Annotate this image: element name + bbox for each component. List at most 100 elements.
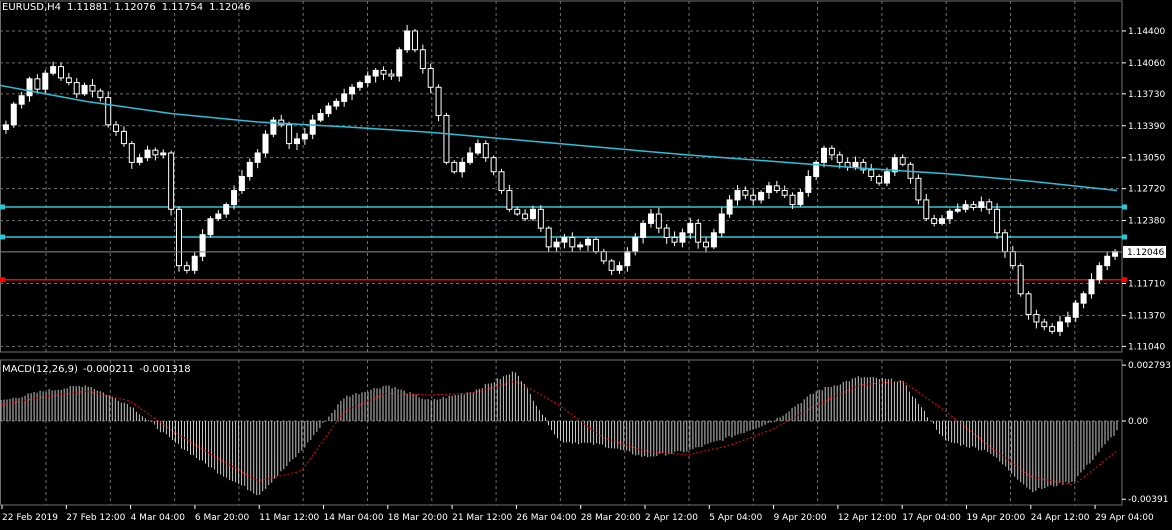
- y-tick-label: 1.13390: [1128, 122, 1165, 132]
- candle-body: [710, 232, 717, 248]
- candle-body: [325, 105, 332, 115]
- x-tick-label: 5 Apr 04:00: [709, 513, 762, 523]
- candle-body: [443, 114, 450, 163]
- candle-body: [341, 93, 348, 102]
- candle-body: [1057, 321, 1064, 332]
- x-tick-label: 24 Apr 12:00: [1031, 513, 1090, 523]
- macd-y-tick-label: 0.002793: [1128, 361, 1171, 371]
- candle-body: [175, 208, 182, 267]
- candle-body: [899, 157, 906, 165]
- candle-body: [1009, 251, 1016, 267]
- candle-body: [600, 251, 607, 262]
- candle-body: [663, 227, 670, 238]
- candle-body: [1025, 293, 1032, 315]
- candle-body: [128, 143, 135, 163]
- chart-window[interactable]: 22 Feb 2019 27 Feb 12:00 4 Mar 04:00 6 Mar …: [0, 0, 1172, 526]
- macd-y-tick-label: -0.00391: [1128, 495, 1168, 505]
- y-tick-label: 1.11370: [1128, 311, 1165, 321]
- candle-body: [797, 191, 804, 206]
- candle-body: [238, 175, 245, 192]
- candle-body: [781, 190, 788, 196]
- candle-body: [120, 130, 127, 145]
- candle-body: [742, 190, 749, 196]
- candle-body: [498, 171, 505, 192]
- candle-body: [506, 190, 513, 210]
- candle-body: [18, 95, 25, 105]
- candle-body: [404, 30, 411, 51]
- candle-body: [522, 213, 529, 220]
- candle-body: [789, 194, 796, 206]
- macd-main-value: -0.000211: [82, 364, 135, 375]
- x-tick-label: 18 Mar 20:00: [388, 513, 448, 523]
- candle-body: [136, 157, 143, 163]
- candle-body: [1088, 279, 1095, 295]
- open-value: 1.11881: [67, 2, 109, 13]
- x-tick-label: 14 Mar 04:00: [324, 513, 384, 523]
- candle-body: [199, 234, 206, 257]
- horizontal-line-handle-right[interactable]: [1122, 277, 1127, 283]
- candle-body: [883, 171, 890, 184]
- candle-body: [50, 66, 57, 74]
- candle-body: [805, 175, 812, 193]
- candle-body: [356, 82, 363, 88]
- candle-body: [1049, 326, 1056, 332]
- candle-body: [427, 68, 434, 88]
- candle-body: [1064, 316, 1071, 323]
- x-tick-label: 21 Mar 12:00: [452, 513, 512, 523]
- candle-body: [97, 90, 104, 99]
- candle-body: [608, 260, 615, 271]
- candle-body: [372, 69, 379, 77]
- candle-body: [1001, 232, 1008, 253]
- candle-body: [939, 218, 946, 224]
- x-tick-label: 17 Apr 04:00: [902, 513, 961, 523]
- candle-body: [679, 232, 686, 243]
- candle-body: [317, 113, 324, 121]
- candle-body: [388, 73, 395, 77]
- candle-body: [293, 138, 300, 145]
- candle-body: [42, 72, 49, 90]
- candle-body: [868, 169, 875, 177]
- horizontal-line-handle-right[interactable]: [1122, 234, 1127, 240]
- y-tick-label: 1.12380: [1128, 217, 1165, 227]
- macd-label: MACD(12,26,9): [2, 364, 78, 375]
- horizontal-line-handle-left[interactable]: [0, 277, 5, 283]
- candle-body: [616, 265, 623, 271]
- candle-body: [183, 265, 190, 271]
- candle-body: [168, 152, 175, 210]
- y-tick-label: 1.13730: [1128, 90, 1165, 100]
- macd-y-tick-label: 0.00: [1128, 417, 1148, 427]
- candle-body: [923, 199, 930, 220]
- candle-body: [545, 227, 552, 248]
- candle-body: [671, 236, 678, 243]
- horizontal-line-handle-right[interactable]: [1122, 204, 1127, 210]
- horizontal-line-handle-left[interactable]: [0, 234, 5, 240]
- candle-body: [1104, 255, 1111, 267]
- macd-pane-frame: [0, 359, 1123, 506]
- candle-body: [750, 194, 757, 201]
- candle-body: [852, 161, 859, 168]
- horizontal-line-handle-left[interactable]: [0, 204, 5, 210]
- candle-body: [915, 177, 922, 201]
- candle-body: [569, 236, 576, 248]
- candle-body: [537, 208, 544, 229]
- candle-body: [160, 152, 167, 156]
- candle-body: [215, 213, 222, 220]
- candle-body: [81, 84, 88, 95]
- x-tick-label: 4 Mar 04:00: [131, 513, 186, 523]
- chart-canvas[interactable]: 22 Feb 2019 27 Feb 12:00 4 Mar 04:00 6 Mar …: [0, 0, 1172, 526]
- macd-signal-line: [0, 380, 1118, 486]
- candle-body: [640, 222, 647, 238]
- candle-body: [262, 133, 269, 154]
- x-tick-label: 28 Mar 20:00: [581, 513, 641, 523]
- moving-average-line: [0, 84, 1118, 192]
- candle-body: [986, 201, 993, 210]
- x-tick-label: 27 Feb 12:00: [66, 513, 125, 523]
- y-tick-label: 1.11710: [1128, 279, 1165, 289]
- candle-body: [286, 124, 293, 145]
- candle-body: [758, 191, 765, 201]
- candle-body: [467, 152, 474, 163]
- candle-body: [301, 133, 308, 140]
- candle-body: [57, 66, 64, 79]
- candle-body: [435, 86, 442, 116]
- candle-body: [773, 185, 780, 192]
